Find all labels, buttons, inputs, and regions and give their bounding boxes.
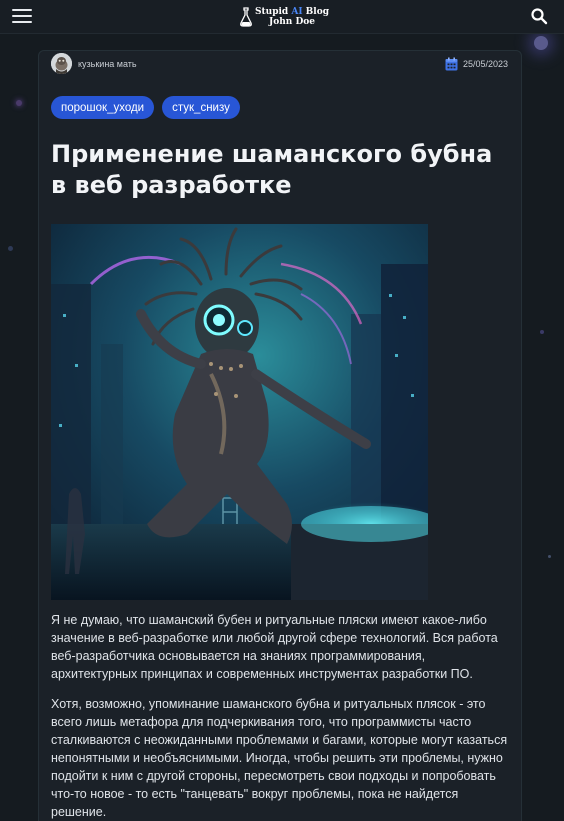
- flask-icon: [240, 7, 252, 27]
- calendar-icon: [445, 57, 458, 71]
- publish-date: 25/05/2023: [463, 59, 509, 69]
- article-paragraph: Я не думаю, что шаманский бубен и ритуал…: [51, 613, 498, 681]
- author-name[interactable]: кузькина мать: [78, 59, 137, 69]
- logo-line1-c: Blog: [302, 7, 330, 17]
- author-avatar[interactable]: [51, 53, 72, 74]
- search-icon[interactable]: [530, 7, 548, 25]
- background-glow: [540, 330, 544, 334]
- tag-poroshok-uhodi[interactable]: порошок_уходи: [51, 96, 155, 119]
- background-glow: [8, 246, 13, 251]
- logo-line1-a: Stupid: [255, 7, 292, 17]
- hamburger-menu-icon[interactable]: [12, 8, 32, 24]
- article-paragraph: Хотя, возможно, упоминание шаманского бу…: [51, 697, 508, 819]
- top-navigation-bar: Stupid AI Blog John Doe: [0, 0, 564, 34]
- article-meta: кузькина мать 25/05/2023: [51, 53, 511, 75]
- article-title: Применение шаманского бубна в веб разраб…: [51, 140, 493, 199]
- background-glow: [534, 36, 548, 50]
- site-logo[interactable]: Stupid AI Blog John Doe: [240, 5, 329, 29]
- logo-text: Stupid AI Blog John Doe: [255, 7, 329, 27]
- tag-list: порошок_уходи стук_снизу: [51, 96, 240, 120]
- background-glow: [548, 555, 551, 558]
- logo-line1-accent: AI: [291, 7, 303, 17]
- hero-image: [51, 224, 428, 600]
- article-body: Я не думаю, что шаманский бубен и ритуал…: [51, 611, 513, 821]
- logo-line2: John Doe: [269, 17, 316, 27]
- background-glow: [16, 100, 22, 106]
- article-card: кузькина мать 25/05/2023 порошок_уходи с…: [38, 50, 522, 821]
- tag-stuk-snizu[interactable]: стук_снизу: [162, 96, 240, 119]
